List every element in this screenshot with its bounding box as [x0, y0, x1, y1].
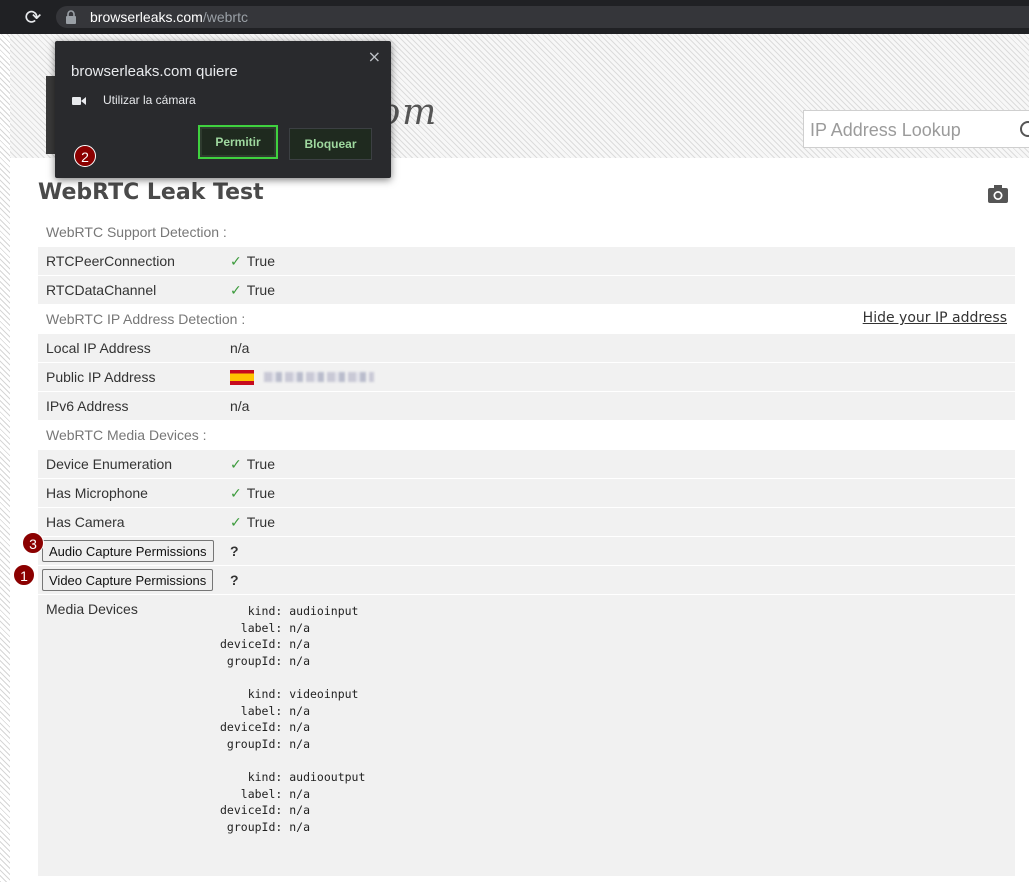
audio-permission-status: ? [230, 543, 239, 559]
camera-permission-popup: × browserleaks.com quiere Utilizar la cá… [55, 41, 391, 178]
check-icon: ✓ [230, 485, 242, 501]
ip-lookup-search [803, 110, 1029, 148]
popup-title: browserleaks.com quiere [71, 63, 238, 80]
camera-icon[interactable] [987, 184, 1009, 204]
page-left-border [0, 34, 10, 882]
value-text: True [246, 253, 276, 269]
address-bar[interactable]: browserleaks.com/webrtc [56, 6, 1029, 28]
close-icon[interactable]: × [368, 47, 381, 66]
section-label: WebRTC Media Devices : [46, 427, 207, 443]
row-key: RTCPeerConnection [46, 253, 175, 269]
video-capture-permissions-button[interactable]: Video Capture Permissions [42, 569, 214, 591]
section-label: WebRTC IP Address Detection : [46, 311, 246, 327]
browser-toolbar: ⟳ browserleaks.com/webrtc [0, 0, 1029, 34]
section-media: WebRTC Media Devices : [38, 421, 1015, 450]
device-id: deviceId: n/a [220, 803, 311, 818]
media-device-entry: kind: audioinput label: n/a deviceId: n/… [220, 603, 365, 669]
check-icon: ✓ [230, 253, 242, 269]
check-icon: ✓ [230, 282, 242, 298]
table-row: Audio Capture Permissions ? [38, 537, 1015, 566]
url-path: /webrtc [202, 9, 248, 25]
ip-lookup-input[interactable] [810, 117, 1010, 143]
table-row: Video Capture Permissions ? [38, 566, 1015, 595]
device-label: label: n/a [220, 703, 311, 718]
block-button[interactable]: Bloquear [289, 128, 372, 160]
section-label: WebRTC Support Detection : [46, 224, 227, 240]
video-camera-icon [72, 97, 86, 105]
row-value: ✓ True [230, 282, 275, 299]
webrtc-results-table: WebRTC Support Detection : RTCPeerConnec… [38, 218, 1015, 877]
row-key: Device Enumeration [46, 456, 173, 472]
device-kind: kind: audioinput [220, 604, 359, 618]
annotation-badge-2: 2 [74, 145, 96, 167]
table-row: RTCPeerConnection ✓ True [38, 247, 1015, 276]
popup-permission-text: Utilizar la cámara [103, 93, 196, 107]
device-id: deviceId: n/a [220, 637, 311, 652]
table-row: Local IP Address n/a [38, 334, 1015, 363]
device-kind: kind: audiooutput [220, 769, 366, 784]
device-label: label: n/a [220, 786, 311, 801]
row-value: ✓ True [230, 485, 275, 502]
allow-button-label: Permitir [202, 129, 274, 155]
media-device-entry: kind: videoinput label: n/a deviceId: n/… [220, 686, 365, 752]
hide-ip-link[interactable]: Hide your IP address [863, 310, 1007, 326]
row-key: Local IP Address [46, 340, 151, 356]
row-key: Media Devices [46, 601, 138, 617]
value-text: True [246, 456, 276, 472]
page-title: WebRTC Leak Test [38, 180, 264, 205]
table-row: Has Camera ✓ True [38, 508, 1015, 537]
table-row: Media Devices kind: audioinput label: n/… [38, 595, 1015, 877]
table-row: Public IP Address [38, 363, 1015, 392]
spain-flag-icon [230, 369, 254, 385]
device-group-id: groupId: n/a [220, 653, 311, 668]
url-domain: browserleaks.com [90, 9, 203, 25]
row-value: ✓ True [230, 456, 275, 473]
annotation-badge-3: 3 [22, 532, 44, 554]
table-row: IPv6 Address n/a [38, 392, 1015, 421]
check-icon: ✓ [230, 456, 242, 472]
device-label: label: n/a [220, 620, 311, 635]
row-key: IPv6 Address [46, 398, 129, 414]
media-device-entry: kind: audiooutput label: n/a deviceId: n… [220, 769, 365, 835]
value-text: True [246, 485, 276, 501]
device-id: deviceId: n/a [220, 720, 311, 735]
value-text: True [246, 282, 276, 298]
device-kind: kind: videoinput [220, 686, 359, 701]
allow-button[interactable]: Permitir [198, 125, 278, 159]
search-icon[interactable] [1018, 119, 1029, 141]
table-row: RTCDataChannel ✓ True [38, 276, 1015, 305]
row-value [230, 369, 374, 386]
device-group-id: groupId: n/a [220, 819, 311, 834]
annotation-badge-1: 1 [13, 564, 35, 586]
row-key: Public IP Address [46, 369, 156, 385]
row-value: ✓ True [230, 514, 275, 531]
media-devices-list: kind: audioinput label: n/a deviceId: n/… [220, 603, 365, 852]
value-text: True [246, 514, 276, 530]
section-ip: WebRTC IP Address Detection : Hide your … [38, 305, 1015, 334]
row-value: n/a [230, 340, 250, 356]
url-text[interactable]: browserleaks.com/webrtc [90, 8, 248, 26]
device-group-id: groupId: n/a [220, 736, 311, 751]
row-value: ✓ True [230, 253, 275, 270]
section-support: WebRTC Support Detection : [38, 218, 1015, 247]
row-key: RTCDataChannel [46, 282, 157, 298]
video-permission-status: ? [230, 572, 239, 588]
check-icon: ✓ [230, 514, 242, 530]
blurred-ip-address [264, 372, 374, 383]
lock-icon[interactable] [66, 10, 76, 24]
row-key: Has Microphone [46, 485, 148, 501]
table-row: Has Microphone ✓ True [38, 479, 1015, 508]
row-key: Has Camera [46, 514, 125, 530]
row-value: n/a [230, 398, 250, 414]
table-row: Device Enumeration ✓ True [38, 450, 1015, 479]
reload-icon[interactable]: ⟳ [22, 6, 44, 28]
audio-capture-permissions-button[interactable]: Audio Capture Permissions [42, 540, 214, 562]
